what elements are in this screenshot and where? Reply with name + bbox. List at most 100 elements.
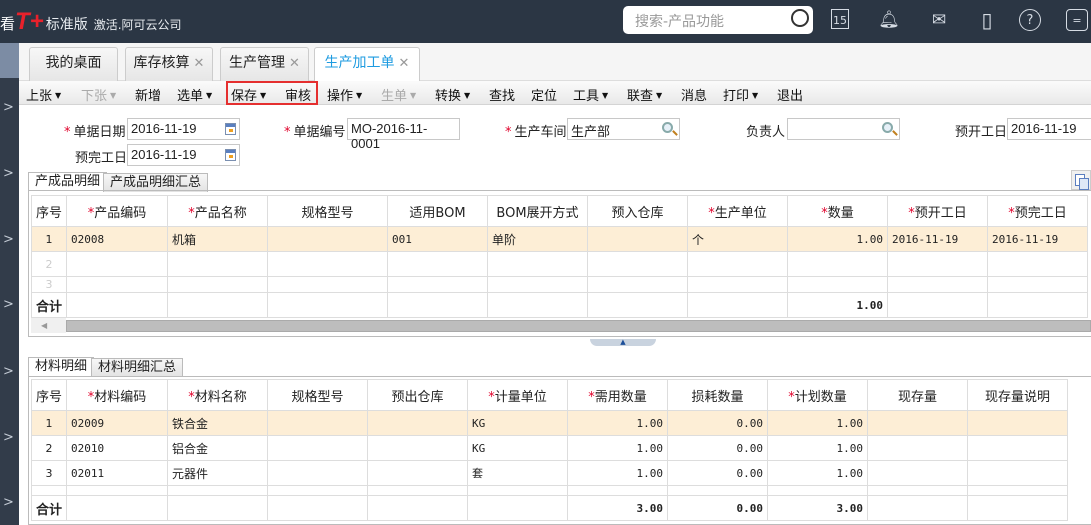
close-icon[interactable]: ✕ (399, 56, 410, 71)
column-header[interactable]: 序号 (32, 196, 67, 227)
table-cell[interactable] (268, 436, 368, 461)
table-cell[interactable] (67, 252, 168, 277)
table-cell[interactable] (388, 277, 488, 293)
table-row[interactable]: 3 (32, 277, 1088, 293)
toolbar-button[interactable]: 生单▼ (381, 85, 416, 104)
table-cell[interactable]: 1 (32, 227, 67, 252)
tab-material-summary[interactable]: 材料明细汇总 (91, 358, 183, 377)
column-header[interactable]: 现存量 (868, 380, 968, 411)
column-header[interactable]: *产品名称 (168, 196, 268, 227)
column-header[interactable]: *材料编码 (67, 380, 168, 411)
table-cell[interactable] (868, 486, 968, 496)
scroll-left-button[interactable]: ◀ (31, 318, 66, 333)
table-cell[interactable] (468, 486, 568, 496)
chevron-right-icon[interactable]: > (3, 430, 14, 445)
chevron-right-icon[interactable]: > (3, 297, 14, 312)
table-cell[interactable] (568, 486, 668, 496)
table-cell[interactable]: 单阶 (488, 227, 588, 252)
toolbar-button[interactable]: 退出 (777, 85, 803, 104)
toolbar-button[interactable]: 下张▼ (81, 85, 116, 104)
doc-date-field[interactable]: 2016-11-19 (127, 118, 240, 140)
column-header[interactable]: *数量 (788, 196, 888, 227)
mobile-icon[interactable]: ▯ (976, 9, 998, 31)
search-icon[interactable] (791, 9, 809, 27)
tab-inventory-accounting[interactable]: 库存核算✕ (125, 47, 213, 81)
chat-icon[interactable]: = (1066, 9, 1088, 31)
column-header[interactable]: *需用数量 (568, 380, 668, 411)
table-cell[interactable]: 2 (32, 252, 67, 277)
toolbar-button[interactable]: 转换▼ (435, 85, 470, 104)
calendar-icon[interactable]: 15 (831, 9, 849, 29)
owner-field[interactable] (787, 118, 900, 140)
table-cell[interactable]: 02009 (67, 411, 168, 436)
table-cell[interactable]: 铁合金 (168, 411, 268, 436)
chevron-right-icon[interactable]: > (3, 495, 14, 510)
column-header[interactable]: *预开工日 (888, 196, 988, 227)
tab-production-order[interactable]: 生产加工单✕ (314, 47, 420, 82)
column-header[interactable]: BOM展开方式 (488, 196, 588, 227)
table-cell[interactable]: 套 (468, 461, 568, 486)
column-header[interactable]: 预入仓库 (588, 196, 688, 227)
table-cell[interactable]: 1.00 (788, 227, 888, 252)
table-cell[interactable] (888, 252, 988, 277)
table-cell[interactable] (32, 486, 67, 496)
toolbar-button[interactable]: 消息 (681, 85, 707, 104)
table-cell[interactable] (888, 277, 988, 293)
table-cell[interactable]: 机箱 (168, 227, 268, 252)
table-cell[interactable]: 2 (32, 436, 67, 461)
table-cell[interactable]: 1.00 (568, 411, 668, 436)
plan-start-field[interactable]: 2016-11-19 (1007, 118, 1091, 140)
tab-desktop[interactable]: 我的桌面 (29, 47, 118, 81)
column-header[interactable]: *产品编码 (67, 196, 168, 227)
table-row[interactable]: 102009铁合金KG1.000.001.00 (32, 411, 1068, 436)
column-header[interactable]: 序号 (32, 380, 67, 411)
workshop-field[interactable]: 生产部 (567, 118, 680, 140)
table-cell[interactable] (488, 252, 588, 277)
horizontal-scrollbar[interactable] (66, 320, 1091, 332)
caret-down-icon[interactable]: ▼ (602, 91, 608, 100)
table-cell[interactable] (988, 277, 1088, 293)
table-row[interactable]: 2 (32, 252, 1088, 277)
table-row[interactable] (32, 486, 1068, 496)
table-cell[interactable]: 3 (32, 277, 67, 293)
column-header[interactable]: 预出仓库 (368, 380, 468, 411)
table-cell[interactable] (868, 436, 968, 461)
table-cell[interactable]: 1.00 (768, 436, 868, 461)
chevron-right-icon[interactable]: > (3, 364, 14, 379)
doc-no-field[interactable]: MO-2016-11-0001 (347, 118, 460, 140)
table-cell[interactable] (968, 461, 1068, 486)
table-cell[interactable] (768, 486, 868, 496)
table-cell[interactable] (688, 252, 788, 277)
table-cell[interactable] (268, 411, 368, 436)
table-cell[interactable] (168, 277, 268, 293)
column-header[interactable]: *材料名称 (168, 380, 268, 411)
mail-icon[interactable]: ✉ (928, 9, 950, 31)
table-cell[interactable] (268, 486, 368, 496)
table-cell[interactable] (67, 277, 168, 293)
table-cell[interactable]: 02010 (67, 436, 168, 461)
table-cell[interactable] (388, 252, 488, 277)
table-cell[interactable] (368, 436, 468, 461)
table-cell[interactable] (788, 252, 888, 277)
caret-down-icon[interactable]: ▼ (656, 91, 662, 100)
table-cell[interactable]: 02008 (67, 227, 168, 252)
column-header[interactable]: *预完工日 (988, 196, 1088, 227)
caret-down-icon[interactable]: ▼ (356, 91, 362, 100)
toolbar-button[interactable]: 操作▼ (327, 85, 362, 104)
table-cell[interactable]: 1.00 (768, 411, 868, 436)
column-header[interactable]: *计量单位 (468, 380, 568, 411)
table-cell[interactable] (988, 252, 1088, 277)
column-header[interactable]: 现存量说明 (968, 380, 1068, 411)
tab-material-detail[interactable]: 材料明细 (28, 357, 94, 376)
copy-icon[interactable] (1071, 170, 1091, 190)
table-cell[interactable]: 0.00 (668, 436, 768, 461)
plan-finish-field[interactable]: 2016-11-19 (127, 144, 240, 166)
toolbar-button[interactable]: 查找 (489, 85, 515, 104)
table-cell[interactable] (968, 486, 1068, 496)
table-cell[interactable] (668, 486, 768, 496)
tab-product-detail[interactable]: 产成品明细 (28, 172, 107, 191)
table-cell[interactable]: 1.00 (568, 461, 668, 486)
column-header[interactable]: 规格型号 (268, 196, 388, 227)
chevron-right-icon[interactable]: > (3, 166, 14, 181)
table-cell[interactable] (488, 277, 588, 293)
